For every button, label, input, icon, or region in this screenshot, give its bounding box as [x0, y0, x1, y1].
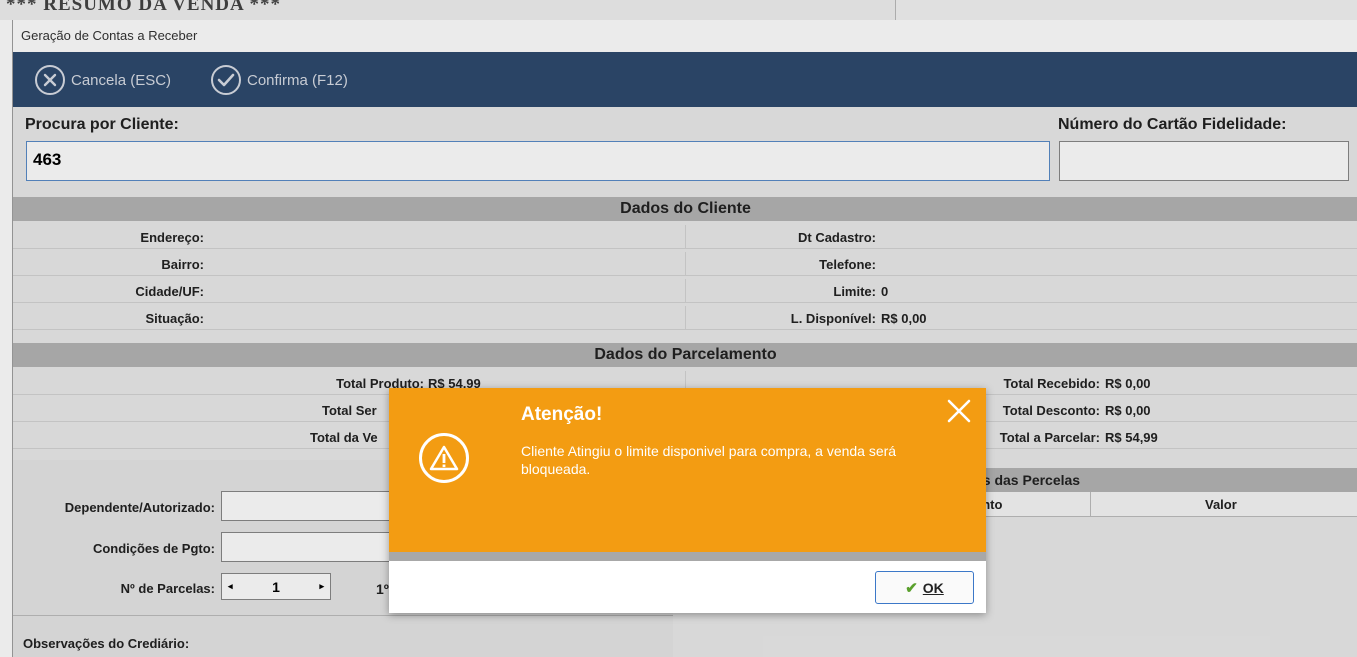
warning-icon	[419, 433, 469, 483]
dialog-title: Atenção!	[521, 404, 603, 425]
ok-button[interactable]: ✔ OK	[875, 571, 974, 604]
dialog-message: Cliente Atingiu o limite disponivel para…	[521, 443, 897, 477]
ok-label: OK	[922, 579, 944, 596]
dialog-close-icon[interactable]	[944, 396, 974, 426]
dialog-header: Atenção! Cliente Atingiu o limite dispon…	[389, 388, 986, 552]
check-icon: ✔	[905, 579, 918, 597]
dialog-divider	[389, 552, 986, 561]
warning-dialog: Atenção! Cliente Atingiu o limite dispon…	[389, 388, 986, 613]
